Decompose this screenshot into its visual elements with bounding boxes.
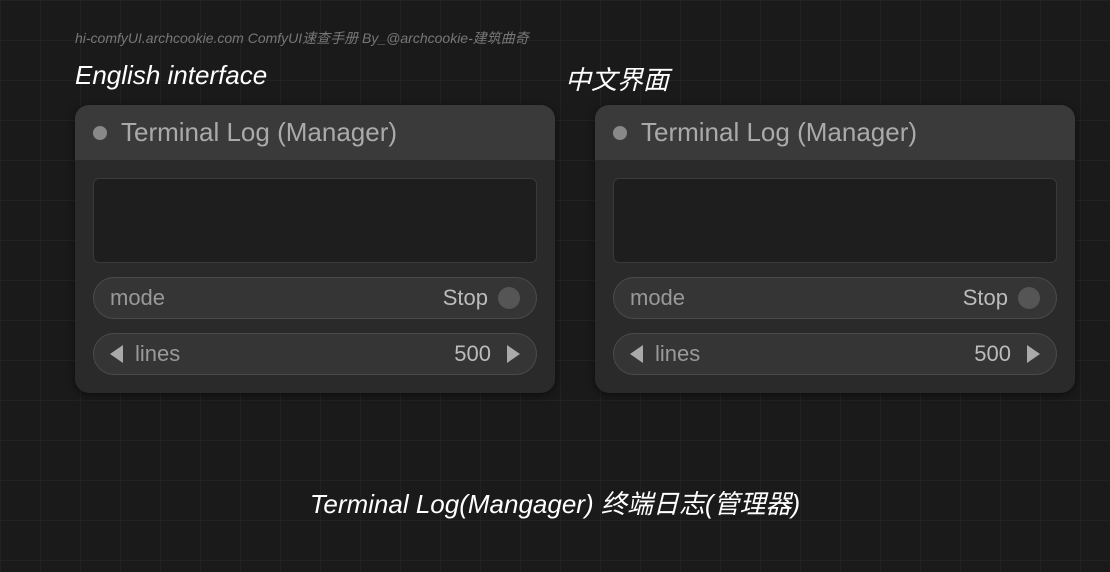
node-body: mode Stop lines 500 <box>75 160 555 393</box>
bottom-caption: Terminal Log(Mangager) 终端日志(管理器) <box>0 484 1110 521</box>
node-chinese[interactable]: Terminal Log (Manager) mode Stop lines 5… <box>595 105 1075 393</box>
arrow-left-icon[interactable] <box>110 345 123 363</box>
arrow-left-icon[interactable] <box>630 345 643 363</box>
node-header[interactable]: Terminal Log (Manager) <box>595 105 1075 160</box>
node-header[interactable]: Terminal Log (Manager) <box>75 105 555 160</box>
section-label-english: English interface <box>75 60 267 91</box>
toggle-dot-icon[interactable] <box>498 287 520 309</box>
mode-label: mode <box>110 285 443 311</box>
mode-value: Stop <box>963 285 1008 311</box>
lines-widget[interactable]: lines 500 <box>613 333 1057 375</box>
node-body: mode Stop lines 500 <box>595 160 1075 393</box>
mode-label: mode <box>630 285 963 311</box>
lines-widget[interactable]: lines 500 <box>93 333 537 375</box>
node-english[interactable]: Terminal Log (Manager) mode Stop lines 5… <box>75 105 555 393</box>
lines-label: lines <box>135 341 454 367</box>
terminal-output-area[interactable] <box>613 178 1057 263</box>
collapse-dot-icon[interactable] <box>613 126 627 140</box>
arrow-right-icon[interactable] <box>1027 345 1040 363</box>
terminal-output-area[interactable] <box>93 178 537 263</box>
node-title: Terminal Log (Manager) <box>641 117 917 148</box>
section-label-chinese: 中文界面 <box>565 60 669 97</box>
watermark-text: hi-comfyUI.archcookie.com ComfyUI速查手册 By… <box>75 28 529 48</box>
lines-value: 500 <box>454 341 491 367</box>
lines-label: lines <box>655 341 974 367</box>
arrow-right-icon[interactable] <box>507 345 520 363</box>
mode-widget[interactable]: mode Stop <box>93 277 537 319</box>
mode-value: Stop <box>443 285 488 311</box>
node-title: Terminal Log (Manager) <box>121 117 397 148</box>
collapse-dot-icon[interactable] <box>93 126 107 140</box>
lines-value: 500 <box>974 341 1011 367</box>
mode-widget[interactable]: mode Stop <box>613 277 1057 319</box>
toggle-dot-icon[interactable] <box>1018 287 1040 309</box>
